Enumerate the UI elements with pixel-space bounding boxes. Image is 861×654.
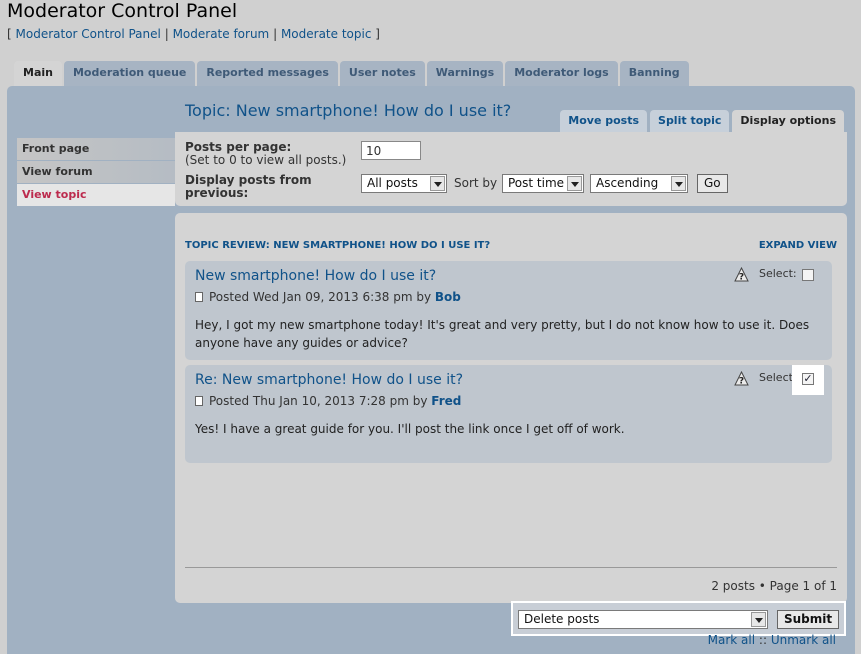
menu-item-view-forum[interactable]: View forum	[17, 161, 175, 183]
tab-bar: Main Moderation queue Reported messages …	[14, 61, 689, 86]
svg-text:?: ?	[739, 273, 744, 283]
post-body: Hey, I got my new smartphone today! It's…	[195, 318, 810, 350]
select-checkbox[interactable]	[802, 269, 814, 281]
pagination: 2 posts • Page 1 of 1	[711, 579, 837, 593]
posts-per-page-hint: (Set to 0 to view all posts.)	[185, 153, 347, 167]
post-author[interactable]: Bob	[435, 290, 461, 304]
post-body: Yes! I have a great guide for you. I'll …	[195, 422, 625, 436]
tab-warnings[interactable]: Warnings	[426, 61, 504, 86]
post-icon	[195, 292, 203, 302]
expand-view-link[interactable]: EXPAND VIEW	[759, 240, 837, 251]
post-item: New smartphone! How do I use it? Posted …	[185, 261, 832, 360]
select-label: Select:	[759, 267, 797, 280]
tab-banning[interactable]: Banning	[619, 61, 689, 86]
mark-links: Mark all :: Unmark all	[707, 633, 836, 647]
chevron-down-icon	[751, 612, 766, 627]
chevron-down-icon	[567, 176, 582, 191]
submit-button[interactable]: Submit	[777, 610, 840, 629]
topic-review-heading: TOPIC REVIEW: NEW SMARTPHONE! HOW DO I U…	[185, 240, 491, 251]
tab-main[interactable]: Main	[14, 61, 62, 86]
chevron-down-icon	[430, 176, 445, 191]
action-select[interactable]: Delete posts	[518, 610, 768, 629]
chevron-down-icon	[671, 176, 686, 191]
left-menu: Front page View forum View topic	[17, 138, 175, 207]
sort-order-select[interactable]: Ascending	[590, 174, 688, 193]
crumb-moderate-forum[interactable]: Moderate forum	[173, 27, 270, 41]
page-title: Moderator Control Panel	[7, 0, 238, 22]
tab-moderation-queue[interactable]: Moderation queue	[63, 61, 196, 86]
posts-per-page-input[interactable]	[361, 141, 421, 160]
breadcrumb: [ Moderator Control Panel | Moderate for…	[7, 27, 380, 41]
select-checkbox[interactable]: ✓	[802, 373, 814, 385]
display-from-label: Display posts from previous:	[185, 173, 312, 200]
post-meta: Posted Thu Jan 10, 2013 7:28 pm by Fred	[195, 394, 461, 408]
post-author[interactable]: Fred	[431, 394, 461, 408]
display-options-box: Posts per page: (Set to 0 to view all po…	[175, 132, 847, 206]
tab-moderator-logs[interactable]: Moderator logs	[505, 61, 618, 86]
svg-text:?: ?	[739, 377, 744, 387]
unmark-all-link[interactable]: Unmark all	[771, 633, 836, 647]
tab-reported-messages[interactable]: Reported messages	[197, 61, 338, 86]
post-title[interactable]: New smartphone! How do I use it?	[195, 268, 436, 284]
subtab-move-posts[interactable]: Move posts	[560, 110, 648, 132]
post-title[interactable]: Re: New smartphone! How do I use it?	[195, 372, 463, 388]
post-icon	[195, 396, 203, 406]
report-icon[interactable]: ?	[734, 371, 749, 386]
topic-review-panel: TOPIC REVIEW: NEW SMARTPHONE! HOW DO I U…	[175, 213, 847, 603]
sort-by-label: Sort by	[454, 176, 498, 190]
subtab-bar: Move posts Split topic Display options	[560, 110, 844, 132]
action-bar: Delete posts Submit	[513, 603, 844, 634]
topic-title[interactable]: Topic: New smartphone! How do I use it?	[185, 101, 511, 120]
go-button[interactable]: Go	[697, 174, 728, 193]
menu-item-view-topic[interactable]: View topic	[17, 184, 175, 206]
post-item: Re: New smartphone! How do I use it? Pos…	[185, 365, 832, 463]
display-from-select[interactable]: All posts	[361, 174, 447, 193]
post-meta: Posted Wed Jan 09, 2013 6:38 pm by Bob	[195, 290, 461, 304]
tab-user-notes[interactable]: User notes	[339, 61, 425, 86]
subtab-display-options[interactable]: Display options	[732, 110, 844, 132]
select-label: Select:	[759, 371, 797, 384]
subtab-split-topic[interactable]: Split topic	[650, 110, 730, 132]
menu-item-front-page[interactable]: Front page	[17, 138, 175, 160]
crumb-mcp[interactable]: Moderator Control Panel	[16, 27, 161, 41]
posts-per-page-label: Posts per page:	[185, 140, 292, 154]
divider	[185, 567, 837, 568]
crumb-moderate-topic[interactable]: Moderate topic	[281, 27, 371, 41]
mark-all-link[interactable]: Mark all	[708, 633, 755, 647]
sort-by-select[interactable]: Post time	[502, 174, 584, 193]
report-icon[interactable]: ?	[734, 267, 749, 282]
